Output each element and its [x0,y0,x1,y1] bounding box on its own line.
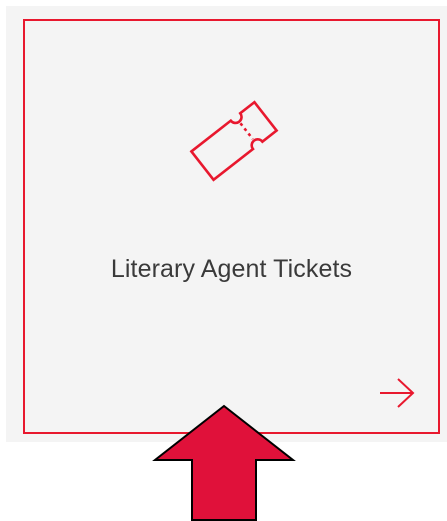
card-label: Literary Agent Tickets [110,255,353,283]
ticket-icon [182,91,286,191]
arrow-right-icon[interactable] [378,377,416,409]
literary-agent-tickets-card[interactable]: Literary Agent Tickets [23,19,440,434]
pointer-arrow-up-icon [152,404,296,521]
